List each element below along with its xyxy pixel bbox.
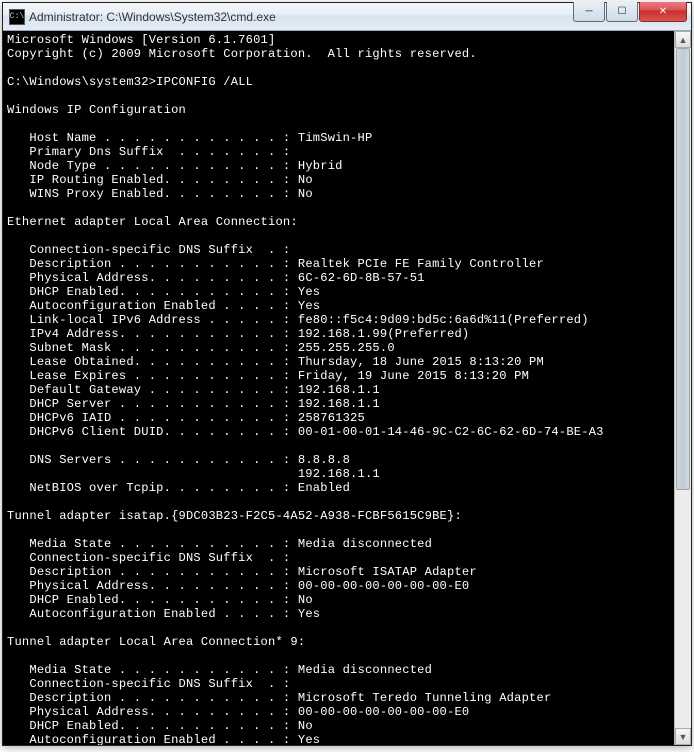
titlebar[interactable]: C:\ Administrator: C:\Windows\System32\c… [3,3,691,31]
client-area: Microsoft Windows [Version 6.1.7601] Cop… [3,31,691,745]
field-value: No [298,187,313,201]
field-value: Microsoft ISATAP Adapter [298,565,477,579]
field-label: Link-local IPv6 Address . . . . . : [7,313,290,327]
cmd-icon: C:\ [9,9,25,25]
field-label: Media State . . . . . . . . . . . : [7,663,290,677]
window-title: Administrator: C:\Windows\System32\cmd.e… [29,10,572,24]
minimize-button[interactable]: ─ [573,2,605,22]
section-header: Tunnel adapter isatap.{9DC03B23-F2C5-4A5… [7,509,462,523]
field-value: 00-00-00-00-00-00-00-E0 [298,579,470,593]
field-label: Autoconfiguration Enabled . . . . : [7,607,290,621]
scroll-down-button[interactable]: ▼ [675,728,691,745]
field-label: Connection-specific DNS Suffix . : [7,243,290,257]
field-value: No [298,593,313,607]
field-label: Node Type . . . . . . . . . . . . : [7,159,290,173]
field-label: WINS Proxy Enabled. . . . . . . . : [7,187,290,201]
command: IPCONFIG /ALL [156,75,253,89]
field-value: Yes [298,285,320,299]
field-value: 255.255.255.0 [298,341,395,355]
field-value: 192.168.1.1 [298,397,380,411]
section-header: Windows IP Configuration [7,103,186,117]
field-value: Microsoft Teredo Tunneling Adapter [298,691,552,705]
maximize-icon: ☐ [618,6,627,17]
field-label: Connection-specific DNS Suffix . : [7,677,290,691]
field-label: IP Routing Enabled. . . . . . . . : [7,173,290,187]
scroll-track[interactable] [675,48,691,728]
field-label: Description . . . . . . . . . . . : [7,691,290,705]
field-value: Yes [298,607,320,621]
cmd-window: C:\ Administrator: C:\Windows\System32\c… [2,2,692,746]
field-label: NetBIOS over Tcpip. . . . . . . . : [7,481,290,495]
field-label: IPv4 Address. . . . . . . . . . . : [7,327,290,341]
field-label: DHCPv6 IAID . . . . . . . . . . . : [7,411,290,425]
header-line: Microsoft Windows [Version 6.1.7601] [7,33,275,47]
field-label: Lease Obtained. . . . . . . . . . : [7,355,290,369]
field-label: Physical Address. . . . . . . . . : [7,579,290,593]
chevron-up-icon: ▲ [679,35,688,45]
header-line: Copyright (c) 2009 Microsoft Corporation… [7,47,477,61]
field-value: Friday, 19 June 2015 8:13:20 PM [298,369,529,383]
field-value: 6C-62-6D-8B-57-51 [298,271,425,285]
field-label: Autoconfiguration Enabled . . . . : [7,299,290,313]
field-value: 258761325 [298,411,365,425]
field-label: DHCP Enabled. . . . . . . . . . . : [7,285,290,299]
field-value: Realtek PCIe FE Family Controller [298,257,544,271]
field-value: 192.168.1.1 [298,383,380,397]
field-label: Primary Dns Suffix . . . . . . . : [7,145,290,159]
field-value: Yes [298,733,320,745]
maximize-button[interactable]: ☐ [606,2,638,22]
field-value: Hybrid [298,159,343,173]
field-value: 192.168.1.99(Preferred) [298,327,470,341]
field-value: Yes [298,299,320,313]
field-value: No [298,719,313,733]
field-label: DHCP Enabled. . . . . . . . . . . : [7,593,290,607]
field-value: Media disconnected [298,663,432,677]
field-label: Physical Address. . . . . . . . . : [7,271,290,285]
field-value: 00-00-00-00-00-00-00-E0 [298,705,470,719]
field-label: Subnet Mask . . . . . . . . . . . : [7,341,290,355]
close-button[interactable]: ✕ [639,2,687,22]
field-label: Physical Address. . . . . . . . . : [7,705,290,719]
section-header: Ethernet adapter Local Area Connection: [7,215,298,229]
field-label: Lease Expires . . . . . . . . . . : [7,369,290,383]
field-label: DNS Servers . . . . . . . . . . . : [7,453,290,467]
field-label: DHCP Server . . . . . . . . . . . : [7,397,290,411]
prompt: C:\Windows\system32> [7,75,156,89]
field-label: Default Gateway . . . . . . . . . : [7,383,290,397]
field-value: TimSwin-HP [298,131,373,145]
field-label: Media State . . . . . . . . . . . : [7,537,290,551]
field-label: Description . . . . . . . . . . . : [7,565,290,579]
chevron-down-icon: ▼ [679,732,688,742]
close-icon: ✕ [659,6,667,17]
scroll-up-button[interactable]: ▲ [675,31,691,48]
field-value: Media disconnected [298,537,432,551]
field-value: 192.168.1.1 [298,467,380,481]
field-value: 00-01-00-01-14-46-9C-C2-6C-62-6D-74-BE-A… [298,425,604,439]
field-value: Enabled [298,481,350,495]
field-value: Thursday, 18 June 2015 8:13:20 PM [298,355,544,369]
window-controls: ─ ☐ ✕ [572,3,691,30]
field-label: Connection-specific DNS Suffix . : [7,551,290,565]
scroll-thumb[interactable] [676,48,690,490]
field-label: DHCP Enabled. . . . . . . . . . . : [7,719,290,733]
field-indent [7,467,298,481]
section-header: Tunnel adapter Local Area Connection* 9: [7,635,305,649]
vertical-scrollbar[interactable]: ▲ ▼ [674,31,691,745]
field-label: DHCPv6 Client DUID. . . . . . . . : [7,425,290,439]
field-value: No [298,173,313,187]
console-output[interactable]: Microsoft Windows [Version 6.1.7601] Cop… [3,31,674,745]
field-label: Autoconfiguration Enabled . . . . : [7,733,290,745]
field-label: Description . . . . . . . . . . . : [7,257,290,271]
field-label: Host Name . . . . . . . . . . . . : [7,131,290,145]
field-value: 8.8.8.8 [298,453,350,467]
minimize-icon: ─ [585,6,592,17]
field-value: fe80::f5c4:9d09:bd5c:6a6d%11(Preferred) [298,313,589,327]
